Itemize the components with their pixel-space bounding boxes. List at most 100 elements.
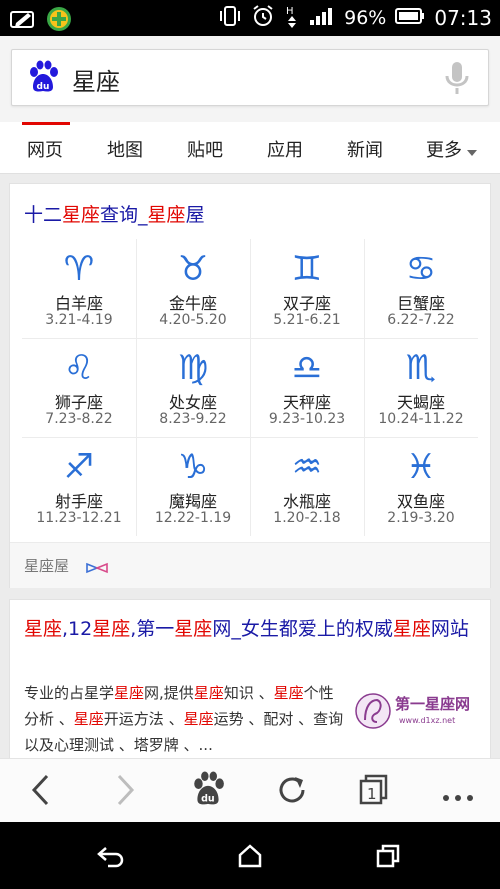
vibrate-icon — [218, 5, 242, 32]
tab-news[interactable]: 新闻 — [347, 136, 383, 162]
scorpio-icon: ♏ — [364, 346, 478, 386]
forward-icon[interactable] — [114, 773, 136, 811]
zodiac-cell-virgo[interactable]: ♍ 处女座 8.23-9.22 — [136, 338, 250, 437]
svg-text:♊: ♊ — [292, 249, 322, 287]
zodiac-date-range: 1.20-2.18 — [273, 510, 341, 526]
gemini-icon: ♊ — [250, 247, 364, 287]
system-recents-icon[interactable] — [375, 843, 401, 873]
title-highlight: 星座 — [62, 204, 101, 226]
zodiac-cell-pisces[interactable]: ♓ 双鱼座 2.19-3.20 — [364, 437, 478, 536]
leo-icon: ♌ — [22, 346, 136, 386]
title-part: 十二 — [24, 204, 63, 226]
app-notification-icon — [46, 6, 72, 36]
zodiac-cell-leo[interactable]: ♌ 狮子座 7.23-8.22 — [22, 338, 136, 437]
system-navigation-bar — [0, 822, 500, 889]
refresh-icon[interactable] — [275, 773, 309, 811]
zodiac-date-range: 4.20-5.20 — [159, 312, 227, 328]
zodiac-cell-taurus[interactable]: ♉ 金牛座 4.20-5.20 — [136, 239, 250, 338]
baidu-home-icon[interactable]: du — [190, 771, 226, 811]
search-box[interactable]: du 星座 — [11, 49, 489, 106]
tab-tieba[interactable]: 贴吧 — [187, 136, 223, 162]
tab-more[interactable]: 更多 — [426, 136, 478, 162]
result-description: 专业的占星学星座网,提供星座知识 、星座个性分析 、星座开运方法 、星座运势 、… — [24, 680, 346, 758]
title-part: 查询_ — [100, 204, 148, 226]
result-title-text: ,第一 — [130, 618, 175, 640]
more-menu-icon[interactable] — [442, 787, 474, 806]
zodiac-date-range: 10.24-11.22 — [378, 411, 464, 427]
battery-percent: 96% — [344, 7, 387, 29]
result-title-link[interactable]: 星座,12星座,第一星座网_女生都爱上的权威星座网站 — [24, 614, 480, 644]
zodiac-card-title[interactable]: 十二星座查询_星座屋 — [24, 200, 205, 227]
result-title-text: 网_女生都爱上的权威 — [212, 618, 393, 640]
svg-text:♏: ♏ — [406, 348, 436, 386]
zodiac-name: 双子座 — [282, 294, 331, 313]
aquarius-icon: ♒ — [250, 445, 364, 485]
microphone-icon[interactable] — [444, 60, 470, 100]
svg-text:du: du — [201, 794, 215, 805]
zodiac-cell-gemini[interactable]: ♊ 双子座 5.21-6.21 — [250, 239, 364, 338]
system-home-icon[interactable] — [237, 843, 263, 873]
zodiac-cell-aries[interactable]: ♈ 白羊座 3.21-4.19 — [22, 239, 136, 338]
result-thumbnail[interactable]: 第一星座网 www.d1xz.net — [355, 690, 481, 732]
baidu-paw-logo-icon[interactable]: du — [26, 60, 60, 98]
status-bar: H 96% 07:13 — [0, 0, 500, 36]
cancer-icon: ♋ — [364, 247, 478, 287]
zodiac-name: 处女座 — [168, 393, 217, 412]
tab-map[interactable]: 地图 — [107, 136, 143, 162]
tab-more-label: 更多 — [426, 140, 462, 161]
svg-text:H: H — [286, 6, 294, 17]
result-desc-highlight: 星座 — [114, 684, 145, 702]
zodiac-cell-capricorn[interactable]: ♑ 魔羯座 12.22-1.19 — [136, 437, 250, 536]
zodiac-name: 狮子座 — [54, 393, 103, 412]
result-desc-highlight: 星座 — [273, 684, 304, 702]
thumbnail-url: www.d1xz.net — [399, 716, 456, 725]
zodiac-name: 射手座 — [54, 492, 103, 511]
taurus-icon: ♉ — [136, 247, 250, 287]
zodiac-name: 白羊座 — [54, 294, 103, 313]
zodiac-name: 双鱼座 — [396, 492, 445, 511]
pisces-icon: ♓ — [364, 445, 478, 485]
zodiac-name: 天秤座 — [282, 393, 331, 412]
search-input[interactable]: 星座 — [72, 62, 120, 97]
svg-text:1: 1 — [367, 785, 377, 803]
zodiac-date-range: 9.23-10.23 — [268, 411, 346, 427]
zodiac-date-range: 2.19-3.20 — [387, 510, 455, 526]
tabs-icon[interactable]: 1 — [358, 773, 390, 811]
result-desc-text: 开运方法 、 — [103, 710, 184, 728]
pencil-notification-icon — [10, 9, 36, 33]
system-back-icon[interactable] — [96, 843, 126, 873]
result-desc-text: 知识 、 — [223, 684, 274, 702]
result-desc-text: 网,提供 — [144, 684, 194, 702]
zodiac-date-range: 5.21-6.21 — [273, 312, 341, 328]
zodiac-name: 魔羯座 — [168, 492, 217, 511]
zodiac-cell-libra[interactable]: ♎ 天秤座 9.23-10.23 — [250, 338, 364, 437]
svg-text:♑: ♑ — [178, 447, 208, 485]
tab-apps[interactable]: 应用 — [267, 136, 303, 162]
zodiac-name: 水瓶座 — [282, 492, 331, 511]
svg-text:♉: ♉ — [178, 249, 208, 287]
svg-text:du: du — [37, 82, 50, 92]
result-desc-text: 专业的占星学 — [24, 684, 115, 702]
result-title-highlight: 星座 — [92, 618, 131, 640]
svg-text:♒: ♒ — [292, 447, 322, 485]
data-transfer-icon: H — [284, 3, 300, 34]
active-tab-indicator — [22, 122, 70, 125]
result-title-highlight: 星座 — [174, 618, 213, 640]
svg-text:♎: ♎ — [292, 348, 322, 386]
back-icon[interactable] — [30, 773, 52, 811]
result-desc-highlight: 星座 — [183, 710, 214, 728]
zodiac-cell-aquarius[interactable]: ♒ 水瓶座 1.20-2.18 — [250, 437, 364, 536]
zodiac-cell-sagittarius[interactable]: ♐ 射手座 11.23-12.21 — [22, 437, 136, 536]
title-part: 屋 — [185, 204, 205, 226]
result-desc-highlight: 星座 — [193, 684, 224, 702]
svg-text:♈: ♈ — [64, 249, 94, 287]
zodiac-cell-cancer[interactable]: ♋ 巨蟹座 6.22-7.22 — [364, 239, 478, 338]
zodiac-date-range: 12.22-1.19 — [154, 510, 232, 526]
svg-text:♌: ♌ — [64, 348, 94, 386]
result-title-highlight: 星座 — [392, 618, 431, 640]
zodiac-card-source[interactable]: 星座屋 — [10, 542, 490, 588]
capricorn-icon: ♑ — [136, 445, 250, 485]
zodiac-cell-scorpio[interactable]: ♏ 天蝎座 10.24-11.22 — [364, 338, 478, 437]
aries-icon: ♈ — [22, 247, 136, 287]
tab-web[interactable]: 网页 — [27, 136, 63, 162]
